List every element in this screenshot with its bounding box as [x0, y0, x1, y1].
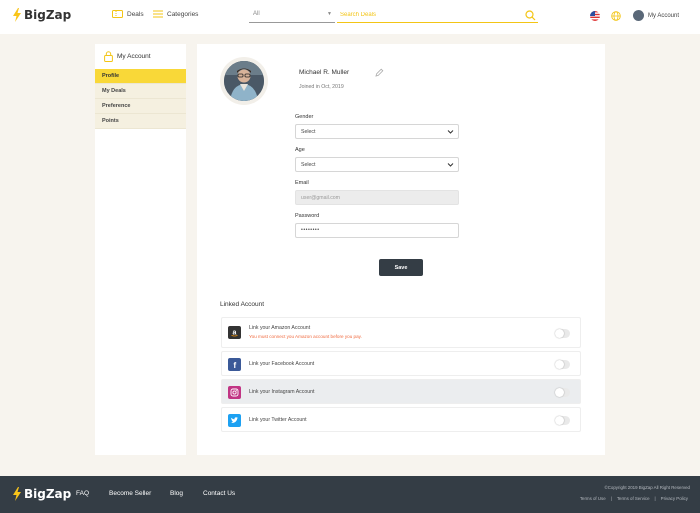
email-field: user@gmail.com	[295, 190, 459, 205]
search-icon[interactable]	[525, 10, 536, 21]
profile-joined-date: Joined in Oct, 2019	[299, 84, 344, 90]
save-button[interactable]: Save	[379, 259, 423, 276]
svg-text:f: f	[233, 360, 236, 369]
globe-icon[interactable]	[611, 11, 621, 21]
footer-copyright: ©Copyright 2019 BigZap All Right Reserve…	[604, 485, 690, 490]
email-label: Email	[295, 180, 309, 186]
instagram-toggle[interactable]	[555, 388, 570, 397]
top-navbar: BigZap Deals Categories All ▼ My Account	[0, 0, 700, 34]
sidebar-title: My Account	[117, 53, 151, 60]
footer-separator: |	[610, 496, 612, 501]
password-value: ••••••••	[301, 227, 320, 233]
chevron-down-icon	[447, 130, 454, 134]
amazon-toggle[interactable]	[555, 329, 570, 338]
sidebar-item-label: Preference	[102, 103, 131, 109]
bolt-icon	[13, 8, 21, 22]
footer: BigZap FAQ Become Seller Blog Contact Us…	[0, 476, 700, 513]
nav-deals-label: Deals	[127, 10, 144, 18]
sidebar-header: My Account	[95, 44, 186, 69]
account-menu[interactable]: My Account	[633, 10, 679, 21]
instagram-icon	[228, 386, 241, 399]
footer-separator: |	[654, 496, 656, 501]
footer-brand-name: BigZap	[24, 487, 72, 501]
chevron-down-icon	[447, 163, 454, 167]
facebook-toggle[interactable]	[555, 360, 570, 369]
ticket-icon	[112, 10, 123, 18]
bolt-icon	[13, 487, 21, 501]
twitter-icon	[228, 414, 241, 427]
link-amazon-row: a Link your Amazon Account You must conn…	[221, 317, 581, 348]
link-instagram-label: Link your Instagram Account	[249, 389, 315, 395]
sidebar-item-preference[interactable]: Preference	[95, 99, 186, 114]
brand-logo[interactable]: BigZap	[12, 8, 71, 22]
caret-down-icon: ▼	[327, 11, 332, 17]
facebook-icon: f	[228, 358, 241, 371]
save-button-label: Save	[394, 264, 408, 271]
sidebar-item-my-deals[interactable]: My Deals	[95, 84, 186, 99]
profile-photo[interactable]	[220, 57, 268, 105]
gender-select[interactable]: Select	[295, 124, 459, 139]
profile-photo-image	[224, 61, 264, 101]
footer-link-faq[interactable]: FAQ	[76, 490, 89, 497]
footer-legal-links: Terms of Use | Terms of Service | Privac…	[580, 496, 688, 501]
sidebar-item-label: My Deals	[102, 88, 126, 94]
sidebar-item-points[interactable]: Points	[95, 114, 186, 129]
gender-value: Select	[301, 129, 316, 135]
link-amazon-label: Link your Amazon Account	[249, 325, 311, 331]
footer-link-terms-of-service[interactable]: Terms of Service	[617, 496, 650, 501]
brand-name: BigZap	[24, 8, 72, 22]
age-label: Age	[295, 147, 305, 153]
profile-name: Michael R. Muller	[299, 69, 350, 76]
footer-logo[interactable]: BigZap	[12, 487, 71, 501]
us-flag-icon[interactable]	[590, 11, 600, 21]
nav-categories[interactable]: Categories	[153, 10, 198, 18]
link-twitter-label: Link your Twitter Account	[249, 417, 307, 423]
footer-link-terms-of-use[interactable]: Terms of Use	[580, 496, 606, 501]
password-field[interactable]: ••••••••	[295, 223, 459, 238]
twitter-toggle[interactable]	[555, 416, 570, 425]
age-select[interactable]: Select	[295, 157, 459, 172]
pencil-icon[interactable]	[375, 68, 384, 77]
footer-link-blog[interactable]: Blog	[170, 490, 183, 497]
svg-text:a: a	[233, 330, 237, 337]
password-label: Password	[295, 213, 320, 219]
link-facebook-label: Link your Facebook Account	[249, 361, 315, 367]
link-twitter-row: Link your Twitter Account	[221, 407, 581, 432]
account-label: My Account	[648, 12, 680, 19]
search-bar: All ▼	[249, 8, 538, 23]
gender-label: Gender	[295, 114, 314, 120]
sidebar-item-label: Profile	[102, 73, 120, 79]
search-category-select[interactable]: All ▼	[249, 8, 335, 23]
sidebar-item-label: Points	[102, 118, 119, 124]
amazon-warning-text: You must connect you Amazon account befo…	[249, 333, 362, 339]
sidebar-item-profile[interactable]: Profile	[95, 69, 186, 84]
age-value: Select	[301, 162, 316, 168]
footer-link-contact-us[interactable]: Contact Us	[203, 490, 235, 497]
email-placeholder: user@gmail.com	[301, 195, 340, 201]
amazon-icon: a	[228, 326, 241, 339]
link-instagram-row: Link your Instagram Account	[221, 379, 581, 404]
nav-categories-label: Categories	[167, 10, 199, 18]
link-facebook-row: f Link your Facebook Account	[221, 351, 581, 376]
search-input[interactable]	[337, 8, 538, 23]
lock-icon	[104, 51, 113, 62]
account-sidebar: My Account Profile My Deals Preference P…	[95, 44, 186, 455]
linked-account-title: Linked Account	[220, 301, 265, 308]
nav-deals[interactable]: Deals	[112, 10, 144, 18]
search-category-value: All	[253, 11, 260, 17]
avatar	[633, 10, 644, 21]
footer-link-privacy-policy[interactable]: Privacy Policy	[661, 496, 688, 501]
menu-icon	[153, 10, 163, 18]
footer-link-become-seller[interactable]: Become Seller	[109, 490, 151, 497]
profile-panel: Michael R. Muller Joined in Oct, 2019 Ge…	[197, 44, 605, 455]
